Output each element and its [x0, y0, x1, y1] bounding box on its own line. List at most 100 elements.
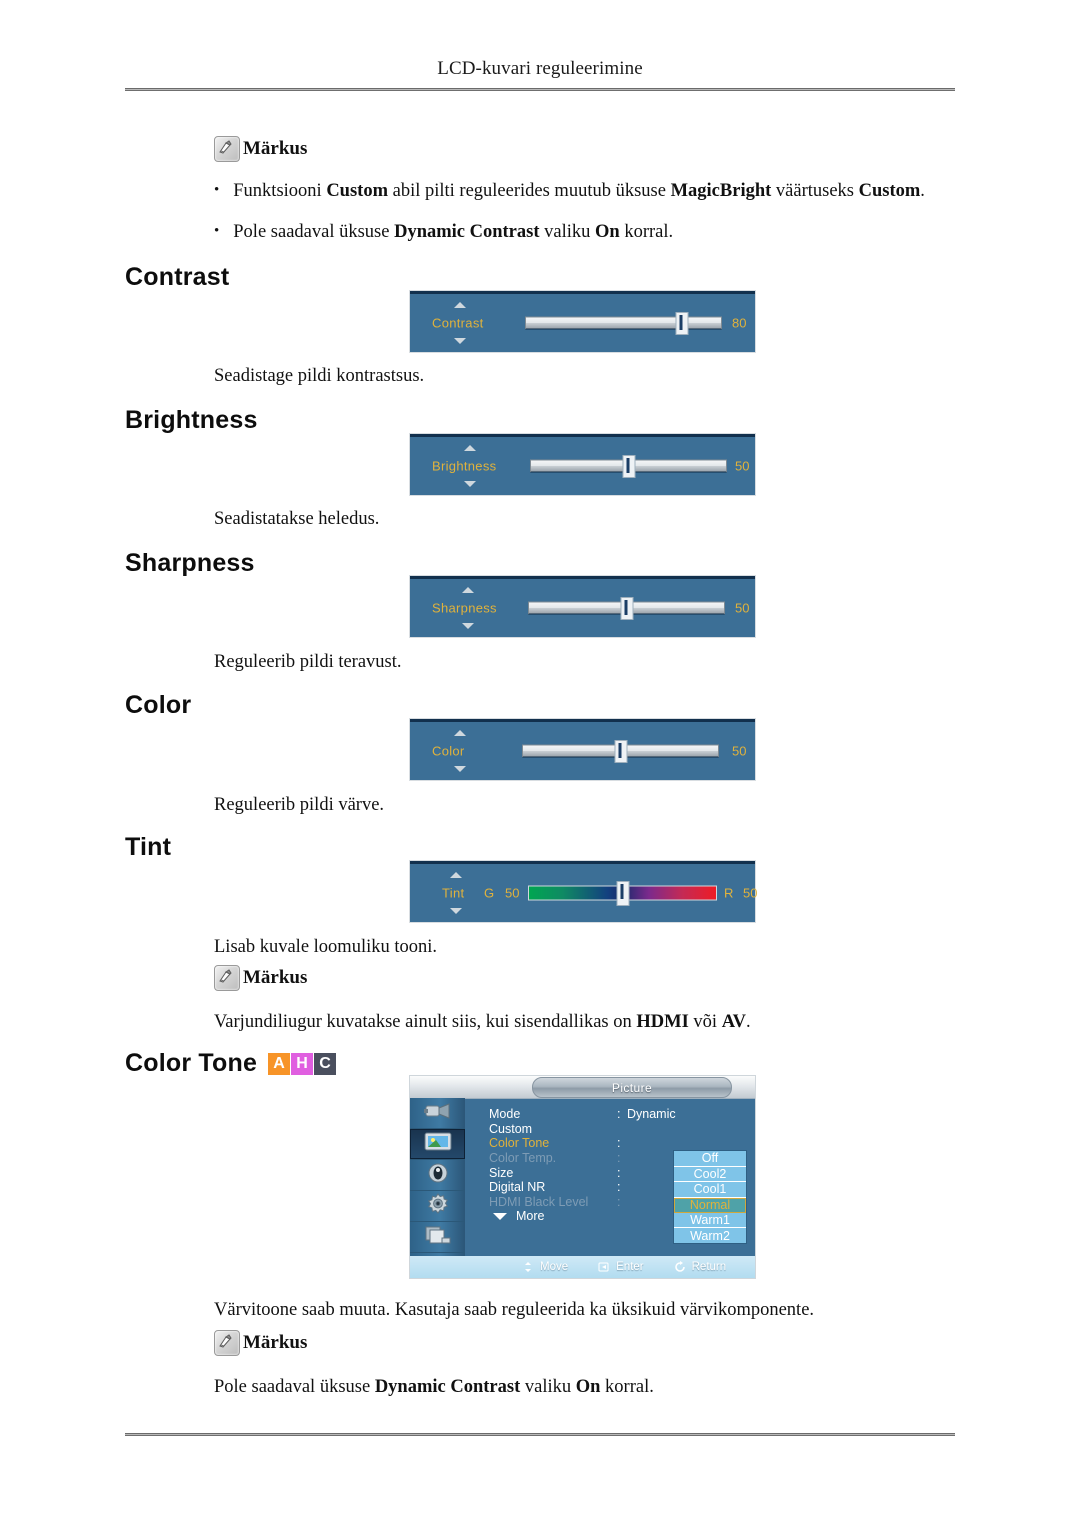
- tint-left-value: 50: [505, 885, 520, 901]
- osd-row-label: Mode: [489, 1107, 521, 1122]
- slider-track[interactable]: [525, 311, 722, 335]
- slider-thumb[interactable]: [675, 311, 689, 335]
- osd-menu-row-hdmi-black-level[interactable]: HDMI Black Level :: [489, 1195, 676, 1210]
- osd-menu-row-color-tone[interactable]: Color Tone :: [489, 1136, 676, 1151]
- note-pen-icon: [214, 136, 240, 162]
- osd-slider-brightness[interactable]: Brightness 50: [410, 434, 755, 495]
- section-caption-color: Reguleerib pildi värve.: [214, 795, 385, 815]
- osd-slider-contrast[interactable]: Contrast 80: [410, 291, 755, 352]
- enter-icon: [598, 1261, 610, 1273]
- osd-titlebar: Picture: [410, 1076, 755, 1099]
- osd-title-pill: Picture: [532, 1077, 732, 1098]
- osd-menu-row-color-temp[interactable]: Color Temp. :: [489, 1151, 676, 1166]
- osd-menu-rows: Mode : Dynamic Custom Color Tone : Color…: [489, 1107, 676, 1224]
- osd-row-colon: :: [617, 1136, 621, 1151]
- osd-footer-label: Enter: [616, 1261, 644, 1273]
- osd-row-colon: :: [617, 1107, 621, 1122]
- dropdown-option[interactable]: Warm1: [674, 1212, 746, 1229]
- slider-thumb[interactable]: [620, 596, 633, 620]
- section-caption-sharpness: Reguleerib pildi teravust.: [214, 652, 402, 672]
- slider-arrows-icon[interactable]: [464, 445, 478, 487]
- section-heading-brightness: Brightness: [125, 406, 258, 434]
- slider-thumb[interactable]: [622, 454, 635, 478]
- osd-row-label: More: [516, 1209, 545, 1224]
- slider-thumb[interactable]: [616, 880, 629, 906]
- section-heading-tint: Tint: [125, 833, 172, 861]
- color-tone-dropdown[interactable]: Off Cool2 Cool1 Normal Warm1 Warm2: [673, 1150, 747, 1244]
- dropdown-option[interactable]: Warm2: [674, 1228, 746, 1243]
- osd-footer-label: Move: [540, 1261, 569, 1273]
- dropdown-option[interactable]: Off: [674, 1151, 746, 1167]
- slider-value: 80: [732, 315, 747, 331]
- dropdown-option-selected[interactable]: Normal: [674, 1197, 746, 1213]
- osd-row-colon: :: [617, 1165, 621, 1180]
- osd-row-colon: :: [617, 1151, 621, 1166]
- color-tone-caption: Värvitoone saab muuta. Kasutaja saab reg…: [214, 1300, 815, 1320]
- badge-a: A: [268, 1052, 291, 1075]
- osd-menu-row-size[interactable]: Size :: [489, 1165, 676, 1180]
- tint-note-text: Varjundiliugur kuvatakse ainult siis, ku…: [214, 1012, 751, 1032]
- osd-footer: Move Enter Return: [410, 1256, 755, 1278]
- osd-sidebar-item-multi-control[interactable]: [410, 1222, 465, 1253]
- slider-track[interactable]: [522, 739, 719, 763]
- feature-badges: A H C: [268, 1052, 337, 1075]
- note-pen-icon: [214, 1330, 240, 1356]
- slider-arrows-icon[interactable]: [454, 302, 468, 344]
- slider-track[interactable]: [530, 454, 727, 478]
- osd-slider-color[interactable]: Color 50: [410, 719, 755, 780]
- slider-arrows-icon[interactable]: [450, 872, 464, 914]
- note-label: Märkus: [243, 1332, 308, 1353]
- osd-row-label: HDMI Black Level: [489, 1194, 589, 1209]
- osd-sidebar-item-input-source[interactable]: [410, 1098, 465, 1129]
- section-heading-contrast: Contrast: [125, 263, 230, 291]
- section-heading-color-tone: Color Tone A H C: [125, 1049, 337, 1078]
- osd-footer-return[interactable]: Return: [674, 1261, 727, 1273]
- osd-sidebar-item-setup[interactable]: [410, 1191, 465, 1222]
- osd-title: Picture: [611, 1080, 653, 1095]
- section-heading-sharpness: Sharpness: [125, 549, 255, 577]
- badge-c: C: [314, 1052, 337, 1075]
- osd-row-colon: :: [617, 1194, 621, 1209]
- osd-sidebar-item-sound[interactable]: [410, 1160, 465, 1191]
- slider-value: 50: [732, 743, 747, 759]
- input-source-icon: [423, 1101, 453, 1126]
- setup-gear-icon: [425, 1192, 451, 1221]
- osd-menu-row-mode[interactable]: Mode : Dynamic: [489, 1107, 676, 1122]
- slider-track[interactable]: [528, 596, 725, 620]
- picture-icon: [423, 1131, 453, 1158]
- slider-arrows-icon[interactable]: [454, 730, 468, 772]
- bullet-text: Pole saadaval üksuse Dynamic Contrast va…: [233, 222, 674, 242]
- osd-sidebar[interactable]: [410, 1098, 465, 1278]
- osd-footer-enter[interactable]: Enter: [598, 1261, 644, 1273]
- slider-thumb[interactable]: [614, 739, 627, 763]
- osd-menu-row-more[interactable]: More: [489, 1209, 676, 1224]
- bullet-dot: •: [214, 223, 220, 239]
- osd-row-label: Digital NR: [489, 1180, 546, 1195]
- return-icon: [674, 1261, 686, 1273]
- osd-row-label: Size: [489, 1165, 514, 1180]
- footer-rule: [125, 1433, 955, 1436]
- osd-row-label: Color Temp.: [489, 1151, 557, 1166]
- osd-row-value: Dynamic: [627, 1107, 676, 1122]
- osd-menu-row-custom[interactable]: Custom: [489, 1122, 676, 1137]
- tint-gradient-track[interactable]: [528, 880, 717, 906]
- multi-control-icon: [423, 1224, 453, 1251]
- osd-footer-move[interactable]: Move: [522, 1261, 568, 1273]
- sound-speaker-icon: [425, 1162, 451, 1189]
- osd-slider-tint[interactable]: Tint G 50 R 50: [410, 861, 757, 922]
- osd-menu-body: Mode : Dynamic Custom Color Tone : Color…: [465, 1098, 755, 1256]
- move-updown-icon: [522, 1261, 534, 1273]
- note-pen-icon: [214, 965, 240, 991]
- osd-picture-menu[interactable]: Picture Mode: Dynamic Custom Color Tone…: [410, 1076, 755, 1278]
- slider-arrows-icon[interactable]: [462, 587, 476, 629]
- osd-slider-sharpness[interactable]: Sharpness 50: [410, 576, 755, 637]
- osd-sidebar-item-picture[interactable]: [410, 1129, 465, 1160]
- dropdown-option[interactable]: Cool1: [674, 1182, 746, 1198]
- note-markus-bottom: Märkus: [214, 1330, 307, 1356]
- osd-menu-row-digital-nr[interactable]: Digital NR :: [489, 1180, 676, 1195]
- dropdown-option[interactable]: Cool2: [674, 1166, 746, 1183]
- osd-row-colon: :: [617, 1180, 621, 1195]
- note-label: Märkus: [243, 967, 308, 988]
- osd-footer-label: Return: [691, 1261, 727, 1273]
- color-tone-note-text: Pole saadaval üksuse Dynamic Contrast va…: [214, 1377, 654, 1397]
